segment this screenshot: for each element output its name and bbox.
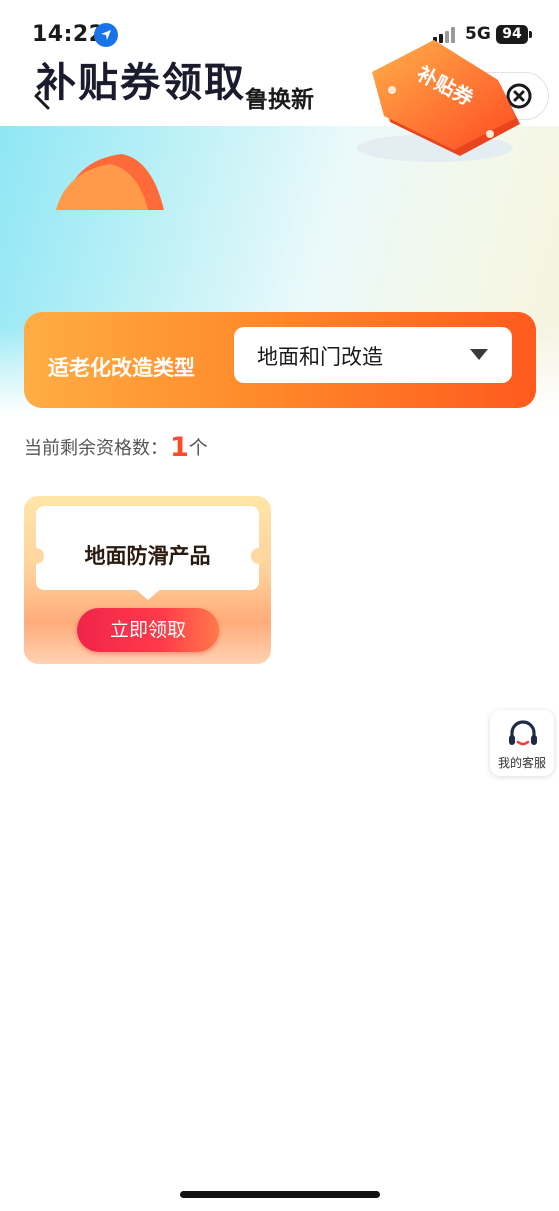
caret-down-icon — [470, 349, 488, 360]
home-indicator — [180, 1191, 380, 1198]
location-icon — [94, 23, 118, 47]
coupon-card: 地面防滑产品 立即领取 — [24, 496, 271, 664]
claim-button[interactable]: 立即领取 — [77, 608, 219, 652]
renovation-type-label: 适老化改造类型 — [48, 356, 195, 380]
remaining-quota: 当前剩余资格数：1个 — [24, 432, 208, 463]
remaining-unit: 个 — [188, 437, 208, 459]
coupon-inner: 地面防滑产品 — [36, 506, 259, 590]
remaining-count: 1 — [170, 432, 189, 463]
selected-type: 地面和门改造 — [257, 345, 383, 369]
coupon-arrow — [134, 588, 162, 600]
customer-service-label: 我的客服 — [497, 756, 546, 770]
coupon-notch-left — [28, 548, 44, 564]
renovation-type-select[interactable]: 地面和门改造 — [234, 327, 512, 383]
customer-service-button[interactable]: 我的客服 — [490, 710, 554, 776]
banner-title: 补贴券领取 — [36, 60, 246, 106]
coupon-name: 地面防滑产品 — [84, 544, 211, 568]
headset-icon — [509, 720, 537, 746]
remaining-label: 当前剩余资格数： — [24, 438, 168, 459]
ticket-fan-decoration — [56, 154, 164, 210]
coupon-notch-right — [251, 548, 267, 564]
